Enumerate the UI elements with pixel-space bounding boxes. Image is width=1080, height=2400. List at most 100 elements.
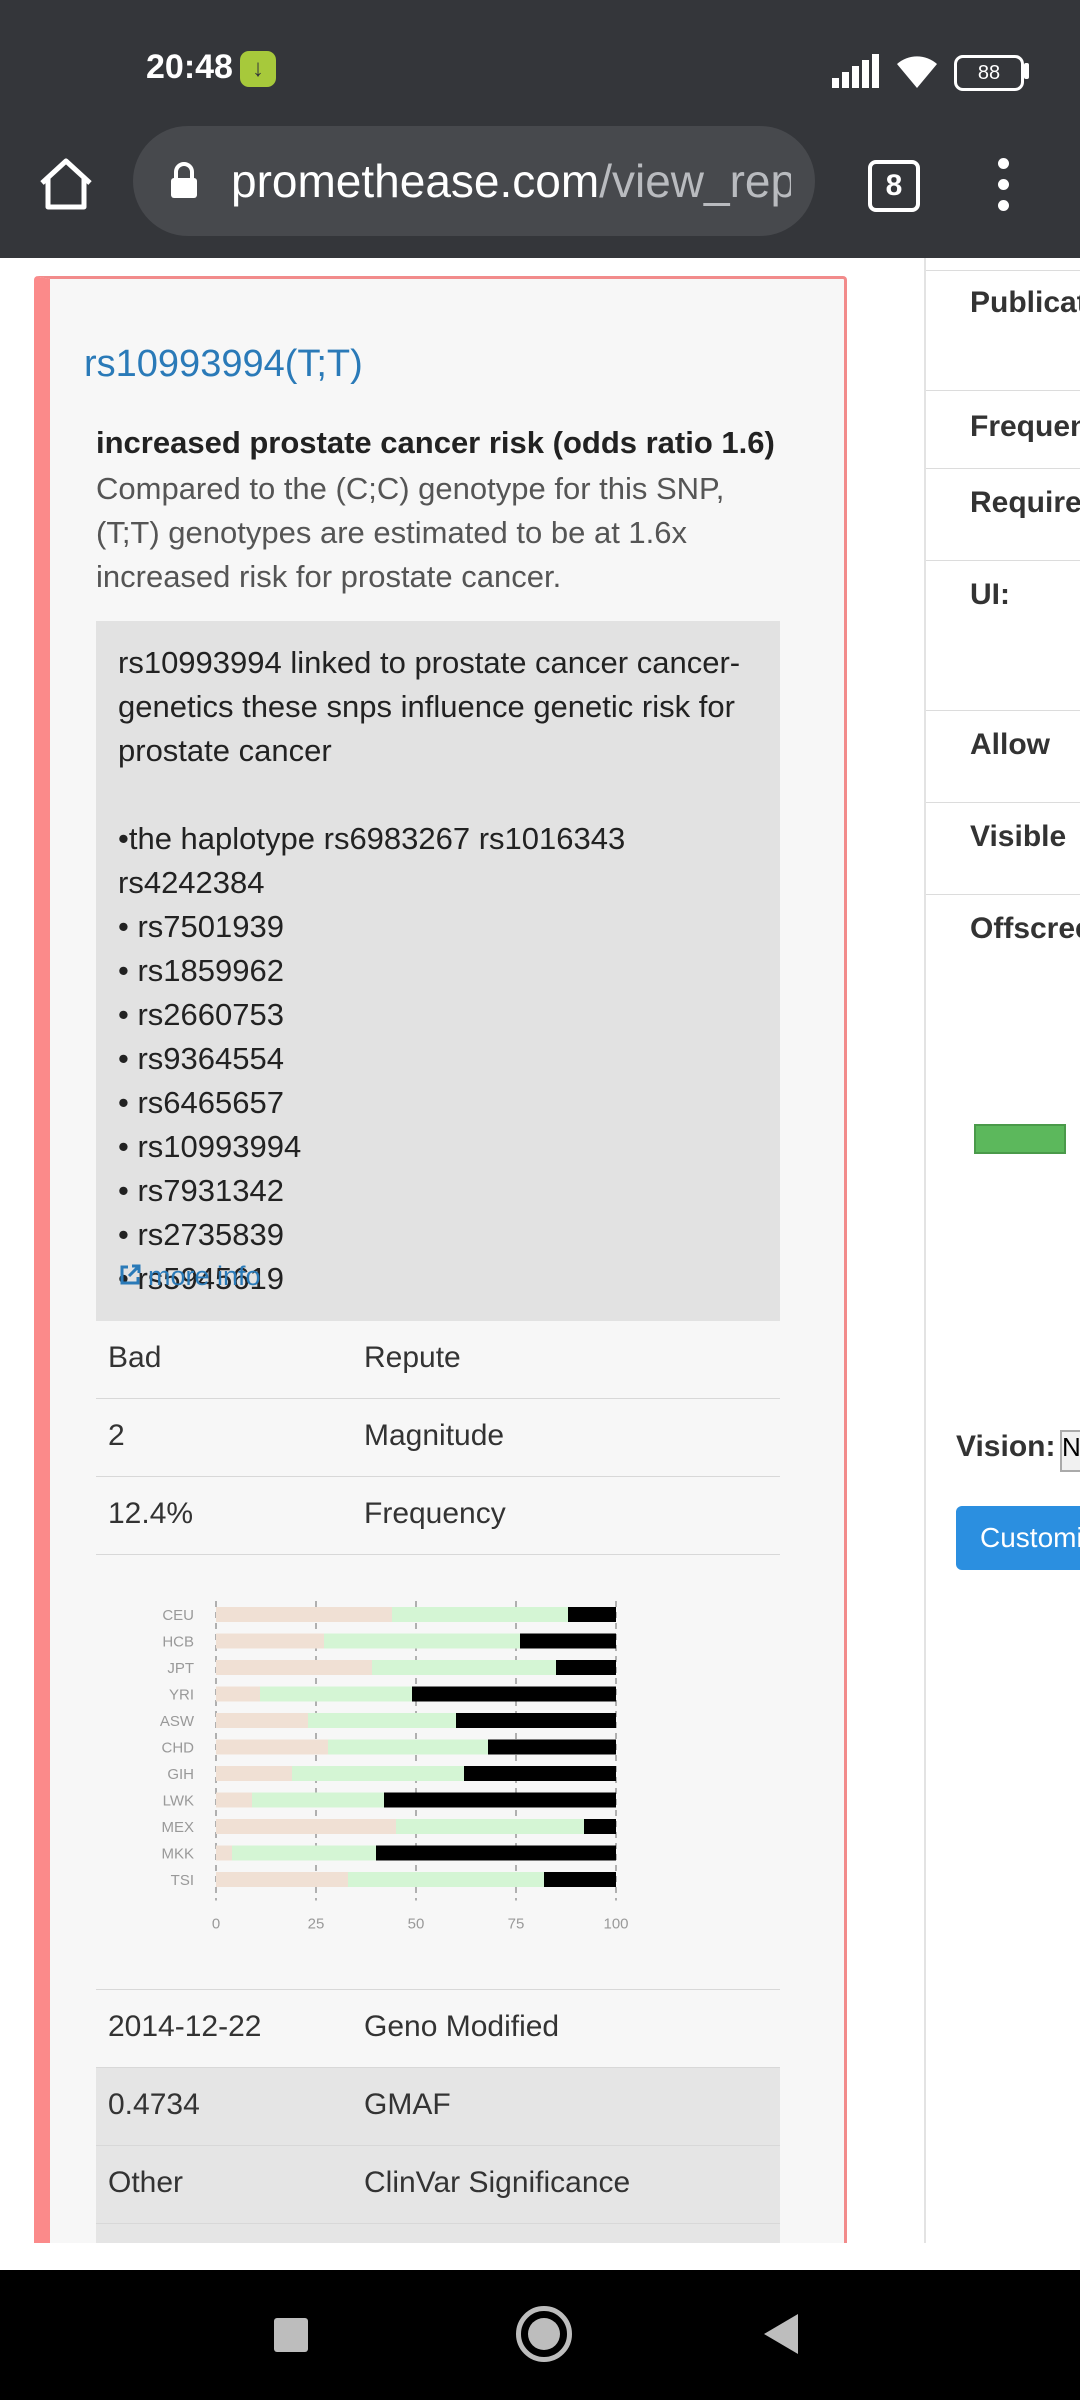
bar-segment: [348, 1872, 544, 1887]
divider: [926, 710, 1080, 711]
info-text: rs10993994 linked to prostate cancer can…: [118, 645, 741, 768]
more-info-link[interactable]: more info: [118, 1261, 261, 1292]
population-frequency-chart: 0 25 50 75 100 CEU HCB JPT YRI ASW CHD GIH LWK MEX MKK…: [96, 1559, 780, 1990]
snp-list: •the haplotype rs6983267 rs1016343 rs424…: [118, 817, 780, 1301]
table-row: Other ClinVar Significance: [96, 2146, 780, 2224]
bar-segment: [216, 1739, 328, 1755]
bar-segment: [216, 1660, 372, 1675]
color-swatch[interactable]: [974, 1124, 1066, 1154]
battery-tip: [1024, 63, 1029, 79]
bar-segment: [216, 1792, 252, 1808]
y-tick-label: MKK: [161, 1846, 194, 1863]
property-value: 12.4%: [108, 1497, 194, 1530]
side-label-publications: Publicat: [970, 286, 1080, 319]
y-tick-label: CEU: [162, 1607, 194, 1624]
bar-segment: [464, 1766, 616, 1781]
y-tick-label: JPT: [167, 1660, 194, 1677]
web-page: rs10993994(T;T) increased prostate cance…: [0, 258, 1080, 2243]
wifi-icon: [897, 56, 937, 88]
home-button[interactable]: [516, 2306, 572, 2362]
bar-segment: [216, 1766, 292, 1781]
table-row: 12.4% Frequency: [96, 1477, 780, 1555]
table-row: 2014-12-22 Geno Modified: [96, 1990, 780, 2068]
y-tick-label: ASW: [160, 1713, 195, 1730]
property-value: 2014-12-22: [108, 2010, 262, 2043]
bar-segment: [216, 1713, 308, 1728]
genotype-title-link[interactable]: rs10993994(T;T): [84, 343, 363, 386]
summary-heading: increased prostate cancer risk (odds rat…: [96, 425, 775, 460]
bar-segment: [232, 1845, 376, 1861]
y-tick-label: CHD: [162, 1740, 195, 1757]
url-text: promethease.com/view_rep: [231, 155, 791, 207]
properties-table-2: 2014-12-22 Geno Modified 0.4734 GMAF Oth…: [96, 1990, 780, 2243]
browser-toolbar: promethease.com/view_rep 8: [0, 126, 1080, 258]
bar-segment: [456, 1713, 616, 1728]
battery-indicator: 88: [954, 55, 1024, 91]
table-row: 2 Magnitude: [96, 1399, 780, 1477]
customize-button[interactable]: Customi: [956, 1506, 1080, 1570]
bar-segment: [488, 1739, 616, 1755]
system-nav-bar: [0, 2270, 1080, 2400]
list-item: • rs2660753: [118, 997, 284, 1032]
bar-segment: [216, 1872, 348, 1887]
bar-segment: [216, 1633, 324, 1649]
property-value: 0.4734: [108, 2088, 200, 2121]
side-panel: Publicat Frequen Require: UI: Allow Visi…: [924, 258, 1080, 2243]
info-box: rs10993994 linked to prostate cancer can…: [96, 621, 780, 1321]
property-key: Magnitude: [364, 1419, 505, 1452]
divider: [926, 390, 1080, 391]
list-item: •the haplotype rs6983267 rs1016343 rs424…: [118, 821, 626, 900]
table-row: 52 Publications: [96, 2224, 780, 2243]
property-key: Geno Modified: [364, 2010, 560, 2043]
y-tick-label: LWK: [163, 1793, 194, 1810]
download-notification-icon: ↓: [240, 51, 276, 87]
bar-segment: [556, 1660, 616, 1675]
divider: [926, 468, 1080, 469]
bar-segment: [216, 1607, 392, 1622]
tab-switcher-button[interactable]: 8: [868, 160, 920, 212]
property-key: Frequency: [364, 1497, 506, 1530]
bar-segment: [252, 1792, 384, 1808]
property-value: Bad: [108, 1341, 162, 1374]
list-item: • rs2735839: [118, 1217, 284, 1252]
y-tick-label: TSI: [171, 1872, 194, 1889]
back-button[interactable]: [764, 2314, 798, 2354]
x-tick-label: 75: [508, 1916, 525, 1933]
x-tick-label: 0: [212, 1916, 220, 1933]
divider: [926, 560, 1080, 561]
list-item: • rs9364554: [118, 1041, 284, 1076]
vision-select[interactable]: N: [1060, 1430, 1080, 1472]
recents-button[interactable]: [274, 2318, 308, 2352]
property-value: Other: [108, 2166, 184, 2199]
property-key: GMAF: [364, 2088, 451, 2121]
y-tick-label: MEX: [161, 1819, 194, 1836]
bar-segment: [568, 1607, 616, 1622]
bar-segment: [392, 1607, 568, 1622]
lock-icon: [171, 162, 197, 198]
bar-segment: [412, 1686, 616, 1702]
side-label-allow: Allow: [970, 728, 1050, 761]
bar-segment: [328, 1739, 488, 1755]
bar-segment: [324, 1633, 520, 1649]
address-bar[interactable]: promethease.com/view_rep: [133, 126, 815, 236]
overflow-menu-icon[interactable]: [992, 158, 1014, 222]
external-link-icon: [120, 1264, 141, 1285]
divider: [926, 802, 1080, 803]
clock: 20:48: [146, 48, 233, 86]
list-item: • rs1859962: [118, 953, 284, 988]
genotype-card: rs10993994(T;T) increased prostate cance…: [34, 276, 847, 2243]
bar-segment: [584, 1819, 616, 1834]
bar-segment: [216, 1819, 396, 1834]
y-tick-label: YRI: [169, 1687, 194, 1704]
list-item: • rs7931342: [118, 1173, 284, 1208]
home-icon[interactable]: [36, 153, 96, 213]
side-label-offscreen: Offscree: [970, 912, 1080, 945]
bar-segment: [396, 1819, 584, 1834]
bar-segment: [520, 1633, 616, 1649]
side-label-require: Require:: [970, 486, 1080, 519]
vision-label: Vision:: [956, 1430, 1056, 1463]
properties-table: Bad Repute 2 Magnitude 12.4% Frequency: [96, 1321, 780, 1555]
bar-segment: [384, 1792, 616, 1808]
side-label-visible: Visible: [970, 820, 1067, 853]
bar-segment: [260, 1686, 412, 1702]
